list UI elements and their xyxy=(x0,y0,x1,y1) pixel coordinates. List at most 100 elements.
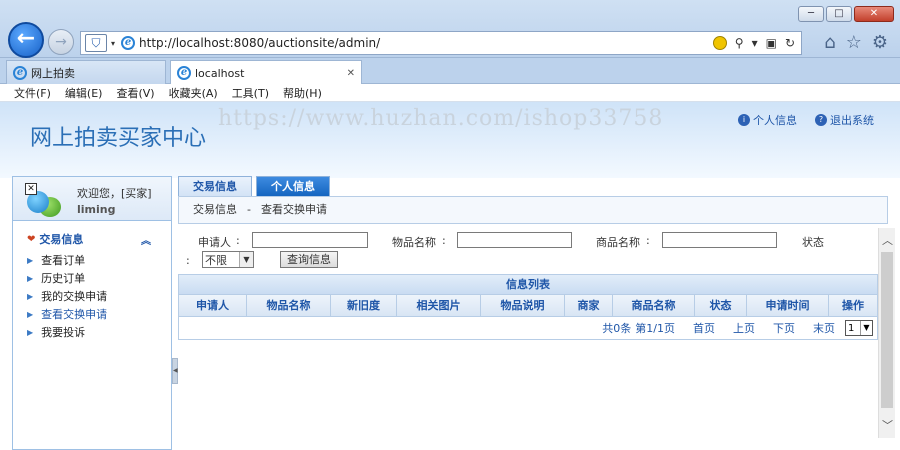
sidebar-item-view-orders[interactable]: ▶ 查看订单 xyxy=(27,251,171,269)
vertical-scrollbar[interactable]: ︿ ﹀ xyxy=(878,228,895,438)
column-header: 状态 xyxy=(695,295,747,316)
nav-group-title: 交易信息 xyxy=(39,233,84,246)
tab-trade-info[interactable]: 交易信息 xyxy=(178,176,252,196)
favorites-star-icon[interactable]: ☆ xyxy=(846,32,862,53)
main-content: 交易信息 个人信息 交易信息 - 查看交换申请 申请人 : 物品名称 : 商品名称 … xyxy=(178,176,888,450)
menu-bar: 文件(F) 编辑(E) 查看(V) 收藏夹(A) 工具(T) 帮助(H) xyxy=(0,84,900,102)
column-header: 操作 xyxy=(842,299,864,312)
maximize-button[interactable]: □ xyxy=(826,6,852,22)
column-header: 物品说明 xyxy=(481,295,565,316)
breadcrumb-part: 交易信息 xyxy=(193,203,237,216)
sidebar-item-history-orders[interactable]: ▶ 历史订单 xyxy=(27,269,171,287)
gear-icon[interactable]: ⚙ xyxy=(872,32,888,53)
goods-name-label: 商品名称 xyxy=(596,236,640,249)
group-icon: ❤ xyxy=(27,233,36,245)
tab-auction[interactable]: e 网上拍卖 xyxy=(6,60,166,84)
minimize-button[interactable]: ─ xyxy=(798,6,824,22)
shield-icon[interactable]: ⛉ xyxy=(85,34,107,52)
back-button[interactable]: ← xyxy=(8,22,44,58)
home-icon[interactable]: ⌂ xyxy=(824,32,835,53)
search-icon[interactable]: ⚲ xyxy=(735,36,744,50)
chevron-down-icon[interactable]: ▾ xyxy=(752,36,758,50)
ie-page-icon: e xyxy=(13,65,27,80)
first-page-link[interactable]: 首页 xyxy=(693,320,715,336)
menu-tools[interactable]: 工具(T) xyxy=(232,85,269,101)
username: liming xyxy=(77,203,116,216)
chevron-right-icon: ▶ xyxy=(27,291,34,301)
menu-favorites[interactable]: 收藏夹(A) xyxy=(169,85,218,101)
logout-label: 退出系统 xyxy=(830,114,874,127)
compat-view-icon[interactable]: ▣ xyxy=(766,36,777,50)
tab-title: localhost xyxy=(195,66,245,80)
menu-help[interactable]: 帮助(H) xyxy=(283,85,322,101)
sidebar-item-my-exchange[interactable]: ▶ 我的交换申请 xyxy=(27,287,171,305)
status-label: 状态 xyxy=(802,236,824,249)
forward-button[interactable]: → xyxy=(48,29,74,55)
collapse-icon[interactable]: ︽ xyxy=(141,232,151,247)
page-header: https://www.huzhan.com/ishop33758 网上拍卖买家… xyxy=(0,102,900,178)
chevron-down-icon[interactable]: ▾ xyxy=(111,39,115,48)
column-header: 申请时间 xyxy=(747,295,829,316)
column-header: 商家 xyxy=(565,295,613,316)
menu-edit[interactable]: 编辑(E) xyxy=(65,85,103,101)
tab-localhost[interactable]: e localhost ✕ xyxy=(170,60,362,85)
close-icon[interactable]: ✕ xyxy=(347,68,355,79)
browser-titlebar: ─ □ ✕ ← → ⛉ ▾ e http://localhost:8080/au… xyxy=(0,0,900,58)
column-header: 商品名称 xyxy=(613,295,695,316)
last-page-link[interactable]: 末页 xyxy=(813,320,835,336)
logout-link[interactable]: ? 退出系统 xyxy=(815,112,874,128)
breadcrumb: 交易信息 - 查看交换申请 xyxy=(178,196,888,224)
close-window-button[interactable]: ✕ xyxy=(854,6,894,22)
column-header: 物品名称 xyxy=(247,295,331,316)
close-icon: ✕ xyxy=(25,183,37,195)
table-title: 信息列表 xyxy=(179,275,877,295)
avatar: ✕ xyxy=(19,181,63,217)
column-header: 申请人 xyxy=(179,295,247,316)
column-header: 新旧度 xyxy=(331,295,397,316)
next-page-link[interactable]: 下页 xyxy=(773,320,795,336)
status-select[interactable]: 不限 ▼ xyxy=(202,251,254,268)
chevron-right-icon: ▶ xyxy=(27,255,34,265)
scroll-up-icon[interactable]: ︿ xyxy=(879,232,896,249)
breadcrumb-current: 查看交换申请 xyxy=(260,203,327,216)
query-button[interactable]: 查询信息 xyxy=(280,251,338,268)
info-table: 信息列表 申请人 物品名称 新旧度 相关图片 物品说明 商家 商品名称 状态 申… xyxy=(178,274,878,340)
item-name-label: 物品名称 xyxy=(392,236,436,249)
site-title: 网上拍卖买家中心 xyxy=(30,126,207,151)
menu-file[interactable]: 文件(F) xyxy=(14,85,51,101)
personal-info-link[interactable]: i 个人信息 xyxy=(738,112,797,128)
info-icon: i xyxy=(738,114,750,126)
sidebar: ✕ 欢迎您，[买家] liming ❤ 交易信息 ︽ ▶ 查看订单 ▶ 历史订单… xyxy=(12,176,172,450)
item-name-input[interactable] xyxy=(457,232,572,248)
compatibility-icon[interactable] xyxy=(712,36,727,50)
watermark: https://www.huzhan.com/ishop33758 xyxy=(218,106,664,131)
ie-page-icon: e xyxy=(177,66,191,80)
scroll-thumb[interactable] xyxy=(881,252,893,408)
tab-personal-info[interactable]: 个人信息 xyxy=(256,176,330,196)
help-icon: ? xyxy=(815,114,827,126)
menu-view[interactable]: 查看(V) xyxy=(116,85,154,101)
nav-group-trade: ❤ 交易信息 ︽ ▶ 查看订单 ▶ 历史订单 ▶ 我的交换申请 ▶ 查看交换申请… xyxy=(13,221,171,341)
applicant-input[interactable] xyxy=(252,232,368,248)
sidebar-item-view-exchange[interactable]: ▶ 查看交换申请 xyxy=(27,305,171,323)
table-header-row: 申请人 物品名称 新旧度 相关图片 物品说明 商家 商品名称 状态 申请时间 操… xyxy=(179,295,877,317)
scroll-down-icon[interactable]: ﹀ xyxy=(879,417,896,434)
tab-title: 网上拍卖 xyxy=(31,66,75,80)
nav-group-header[interactable]: ❤ 交易信息 ︽ xyxy=(27,231,171,247)
page-select[interactable]: 1 ▼ xyxy=(845,320,873,336)
user-box: ✕ 欢迎您，[买家] liming xyxy=(13,177,171,221)
ie-page-icon: e xyxy=(121,36,136,50)
page-indicator: 第1/1页 xyxy=(635,322,675,335)
applicant-label: 申请人 xyxy=(198,236,231,249)
window-controls: ─ □ ✕ xyxy=(798,6,894,22)
column-header: 相关图片 xyxy=(397,295,481,316)
tab-strip: e 网上拍卖 e localhost ✕ xyxy=(0,58,900,85)
refresh-icon[interactable]: ↻ xyxy=(785,36,795,50)
address-bar[interactable]: ⛉ ▾ e http://localhost:8080/auctionsite/… xyxy=(80,31,802,55)
goods-name-input[interactable] xyxy=(662,232,777,248)
pager: 共0条 第1/1页 首页 上页 下页 末页 1 ▼ xyxy=(179,317,877,339)
url-text[interactable]: http://localhost:8080/auctionsite/admin/ xyxy=(139,36,713,50)
sidebar-item-complaint[interactable]: ▶ 我要投诉 xyxy=(27,323,171,341)
prev-page-link[interactable]: 上页 xyxy=(733,320,755,336)
chevron-right-icon: ▶ xyxy=(27,273,34,283)
